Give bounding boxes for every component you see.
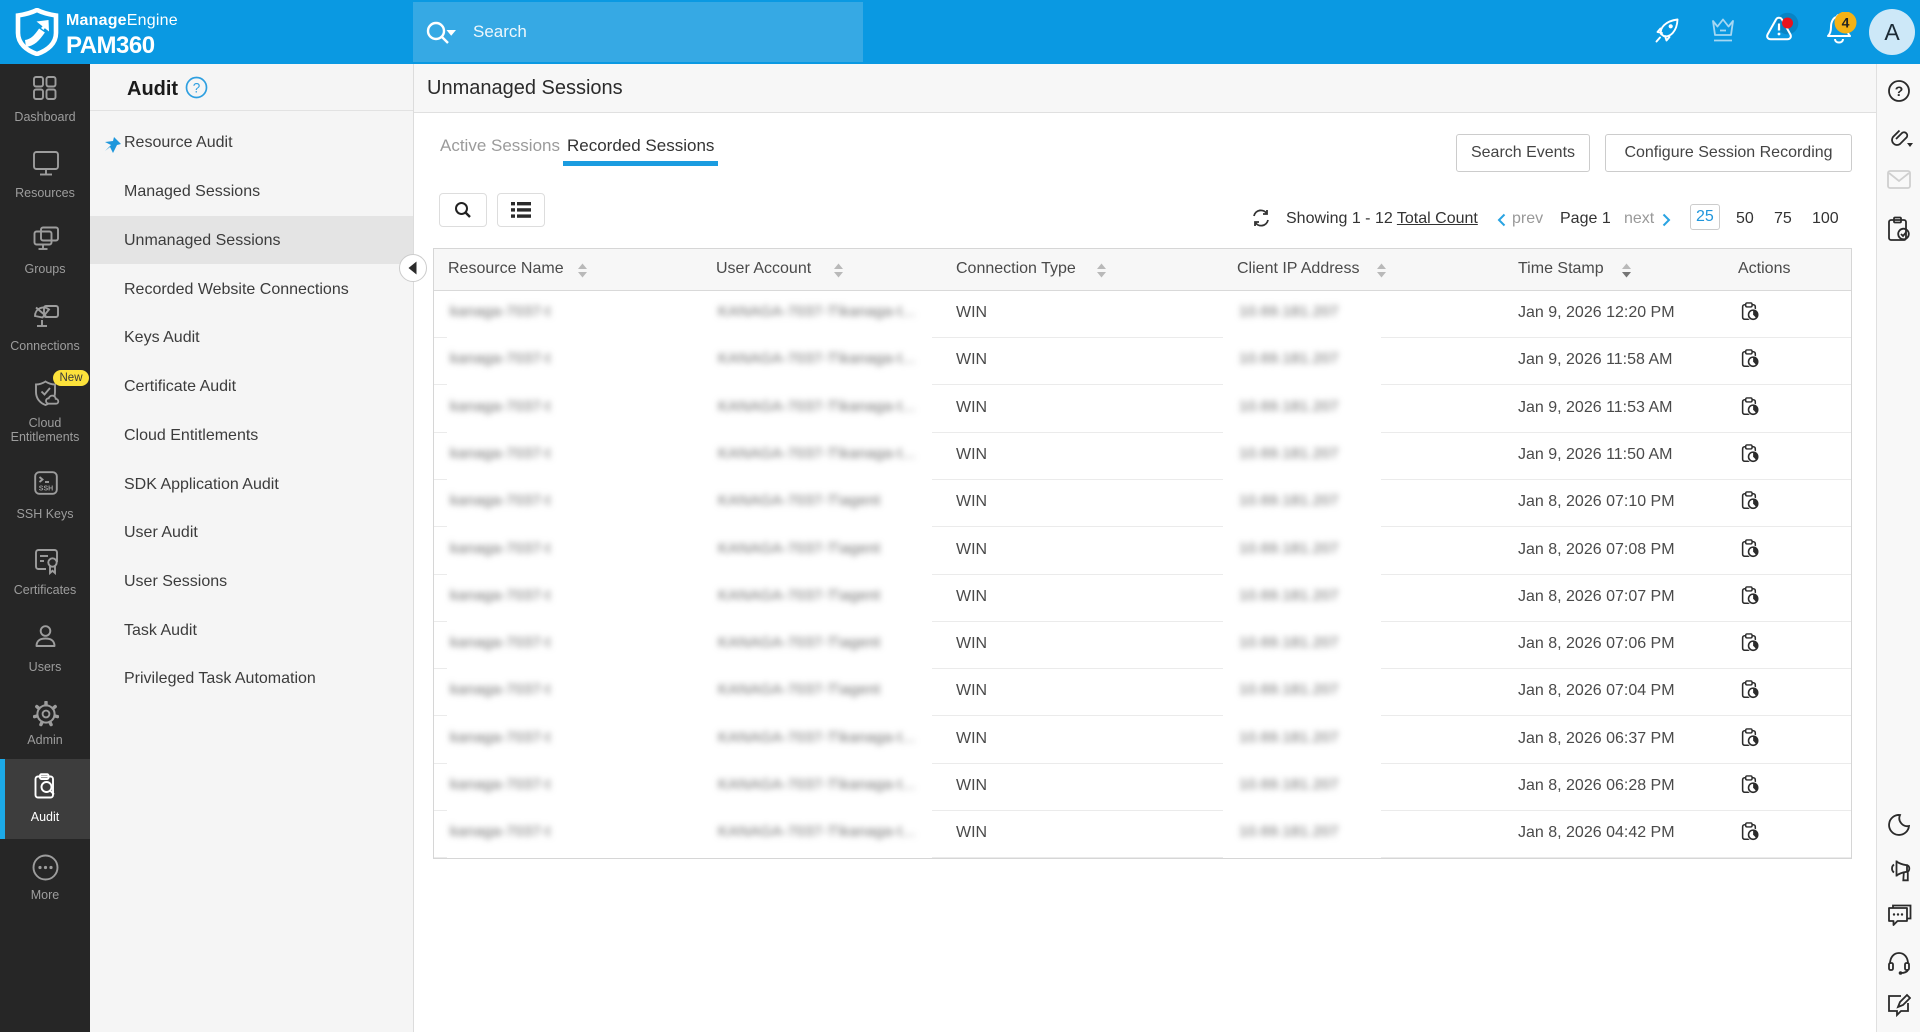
svg-text:4: 4 — [1842, 15, 1850, 31]
svg-text:SSH: SSH — [39, 486, 53, 493]
svg-text:?: ? — [193, 81, 201, 96]
svg-text:?: ? — [1895, 83, 1904, 99]
